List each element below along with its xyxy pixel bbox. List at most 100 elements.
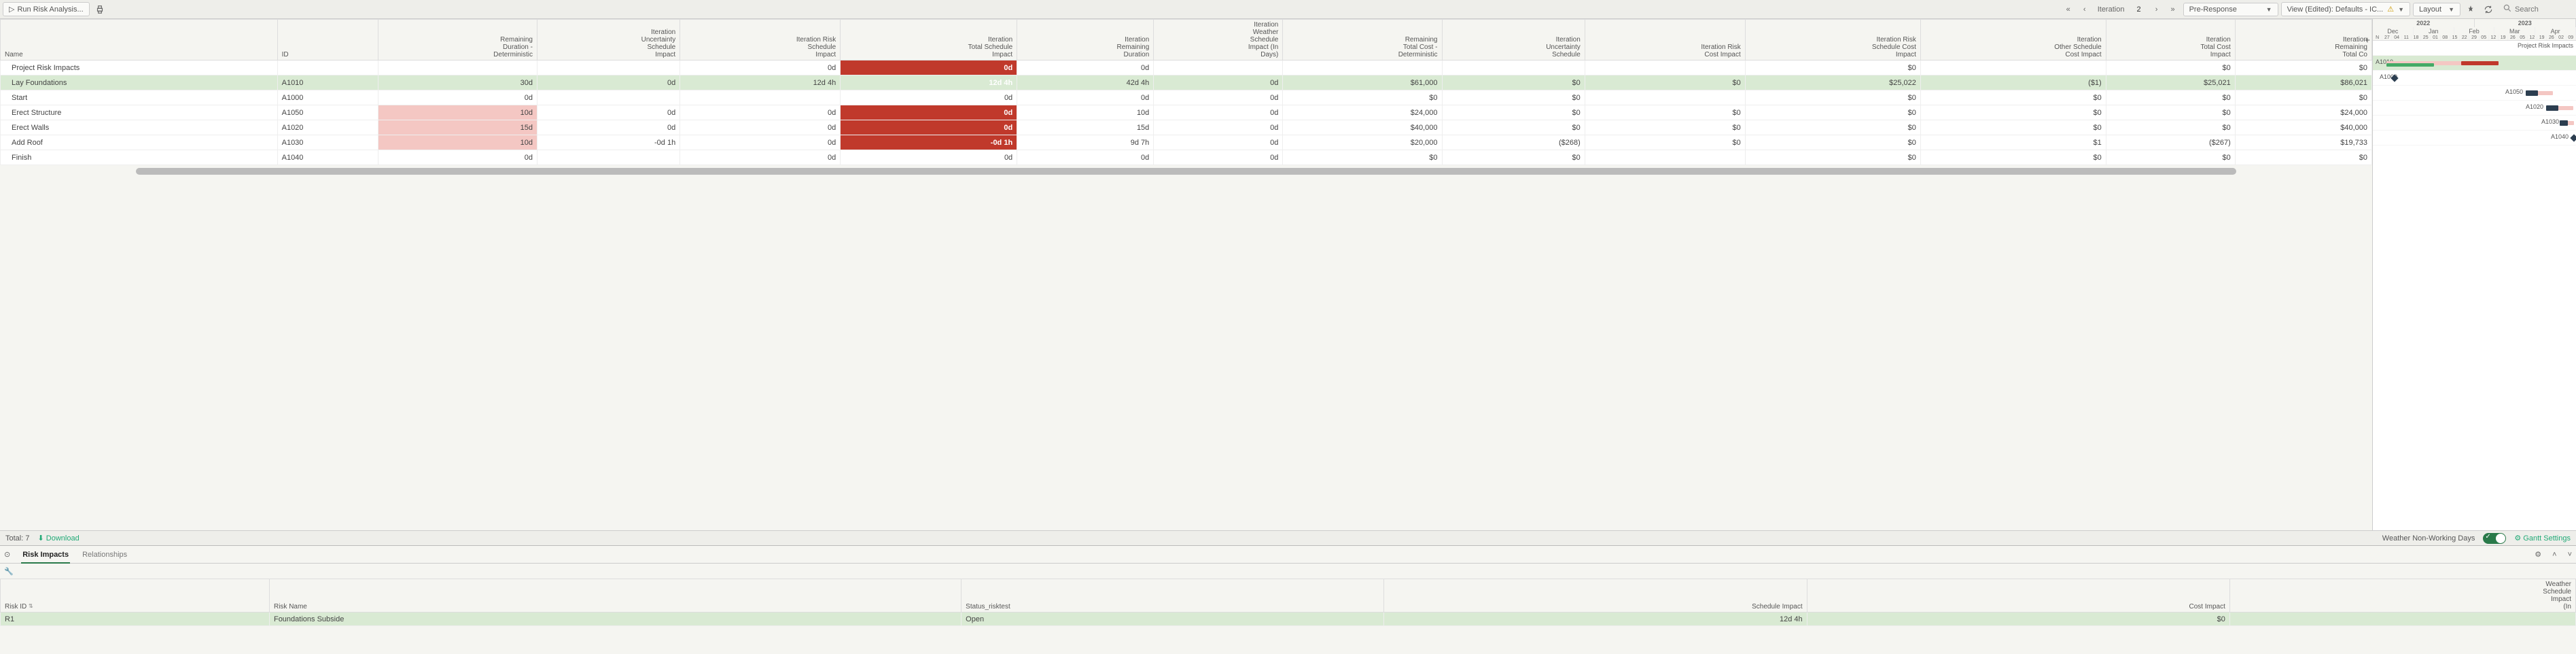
- gantt-bar[interactable]: [2546, 105, 2558, 111]
- column-header[interactable]: IterationUncertaintyScheduleImpact: [537, 20, 680, 61]
- gantt-day-label: 29: [2469, 35, 2479, 40]
- column-header[interactable]: Iteration RiskSchedule CostImpact: [1745, 20, 1920, 61]
- table-row[interactable]: StartA10000d0d0d0d$0$0$0$0$0$0: [1, 90, 2372, 105]
- table-row[interactable]: FinishA10400d0d0d0d0d$0$0$0$0$0$0: [1, 150, 2372, 165]
- column-header[interactable]: IterationOther ScheduleCost Impact: [1920, 20, 2106, 61]
- total-label: Total: 7: [5, 534, 29, 543]
- data-cell: $0: [2235, 90, 2371, 105]
- last-page-icon[interactable]: »: [2166, 2, 2181, 17]
- column-header[interactable]: IterationWeatherScheduleImpact (InDays): [1154, 20, 1283, 61]
- gantt-bar[interactable]: [2526, 90, 2538, 96]
- gantt-row[interactable]: [2373, 41, 2576, 56]
- gantt-month-label: Feb: [2454, 27, 2495, 35]
- column-header[interactable]: Iteration RiskScheduleImpact: [680, 20, 841, 61]
- download-link[interactable]: ⬇ Download: [37, 534, 79, 543]
- search-box[interactable]: [2499, 2, 2573, 16]
- detail-column-header[interactable]: Risk ID ⇅: [1, 579, 270, 613]
- gantt-settings-link[interactable]: ⚙ Gantt Settings: [2514, 534, 2571, 543]
- run-risk-analysis-button[interactable]: ▷ Run Risk Analysis...: [3, 2, 90, 16]
- gantt-year-label: 2022: [2373, 19, 2475, 27]
- data-cell: 9d 7h: [1017, 135, 1154, 150]
- column-header[interactable]: IterationTotal CostImpact: [2106, 20, 2235, 61]
- horizontal-scrollbar[interactable]: [136, 168, 2236, 175]
- refresh-icon[interactable]: [2481, 2, 2496, 17]
- collapse-icon[interactable]: ⊙: [4, 550, 10, 559]
- gantt-bar[interactable]: [2560, 120, 2568, 126]
- gantt-row[interactable]: A1050: [2373, 86, 2576, 101]
- table-row[interactable]: R1 Foundations Subside Open 12d 4h $0: [1, 613, 2576, 626]
- gantt-day-label: 25: [2421, 35, 2431, 40]
- chevron-down-icon[interactable]: ˅: [2568, 551, 2572, 559]
- prev-page-icon[interactable]: ‹: [2077, 2, 2092, 17]
- response-dropdown[interactable]: Pre-Response ▼: [2183, 3, 2278, 16]
- gantt-chart[interactable]: 20222023 DecJanFebMarApr N27041118250108…: [2372, 19, 2576, 530]
- tab-risk-impacts[interactable]: Risk Impacts: [21, 547, 70, 564]
- column-header[interactable]: IterationUncertaintySchedule: [1442, 20, 1585, 61]
- chevron-down-icon: ▼: [2266, 6, 2272, 13]
- detail-column-header[interactable]: Status_risktest: [961, 579, 1384, 613]
- table-row[interactable]: Erect StructureA105010d0d0d0d10d0d$24,00…: [1, 105, 2372, 120]
- pin-icon[interactable]: [2463, 2, 2478, 17]
- data-cell: ($267): [2106, 135, 2235, 150]
- data-cell: 0d: [680, 105, 841, 120]
- data-cell: [537, 150, 680, 165]
- table-row[interactable]: Add RoofA103010d-0d 1h0d-0d 1h9d 7h0d$20…: [1, 135, 2372, 150]
- data-cell: 0d: [680, 135, 841, 150]
- detail-column-header[interactable]: Cost Impact: [1807, 579, 2229, 613]
- gantt-header: 20222023 DecJanFebMarApr N27041118250108…: [2373, 19, 2576, 41]
- gantt-bar[interactable]: [2386, 63, 2434, 67]
- data-cell: 0d: [1154, 75, 1283, 90]
- search-input[interactable]: [2515, 5, 2569, 14]
- data-cell: $0: [1745, 120, 1920, 135]
- weather-toggle[interactable]: [2483, 533, 2506, 544]
- risk-impact-grid[interactable]: Risk ID ⇅Risk NameStatus_risktestSchedul…: [0, 579, 2576, 626]
- detail-column-header[interactable]: Risk Name: [269, 579, 961, 613]
- iteration-label: Iteration: [2094, 5, 2129, 14]
- layout-dropdown[interactable]: Layout ▼: [2413, 3, 2460, 16]
- gantt-month-label: Jan: [2414, 27, 2454, 35]
- chevron-up-icon[interactable]: ˄: [2552, 551, 2556, 559]
- data-cell: [378, 61, 537, 75]
- run-label: Run Risk Analysis...: [17, 5, 83, 14]
- tab-relationships[interactable]: Relationships: [81, 547, 128, 562]
- data-cell: $0: [2235, 150, 2371, 165]
- gantt-bar-label: A1020: [2526, 103, 2543, 110]
- column-header[interactable]: Iteration RiskCost Impact: [1585, 20, 1745, 61]
- column-header[interactable]: IterationTotal ScheduleImpact: [841, 20, 1017, 61]
- gantt-month-label: Apr: [2535, 27, 2576, 35]
- column-header[interactable]: RemainingDuration -Deterministic: [378, 20, 537, 61]
- detail-column-header[interactable]: Schedule Impact: [1384, 579, 1807, 613]
- data-cell: 0d: [378, 90, 537, 105]
- table-row[interactable]: Erect WallsA102015d0d0d0d15d0d$40,000$0$…: [1, 120, 2372, 135]
- first-page-icon[interactable]: «: [2061, 2, 2076, 17]
- gantt-row[interactable]: A1000: [2373, 71, 2576, 86]
- iteration-value[interactable]: 2: [2130, 5, 2147, 14]
- warning-icon: ⚠: [2387, 5, 2394, 14]
- gantt-bar[interactable]: [2461, 61, 2499, 65]
- data-cell: [1154, 61, 1283, 75]
- view-dropdown[interactable]: View (Edited): Defaults - IC... ⚠ ▼: [2281, 2, 2410, 16]
- id-cell: A1020: [277, 120, 378, 135]
- gantt-row[interactable]: A1030: [2373, 116, 2576, 131]
- column-header[interactable]: IterationRemainingDuration: [1017, 20, 1154, 61]
- print-icon[interactable]: [92, 2, 107, 17]
- data-cell: $86,021: [2235, 75, 2371, 90]
- gantt-row[interactable]: A1020: [2373, 101, 2576, 116]
- table-row[interactable]: Lay FoundationsA101030d0d12d 4h12d 4h42d…: [1, 75, 2372, 90]
- column-header[interactable]: RemainingTotal Cost -Deterministic: [1283, 20, 1442, 61]
- column-header[interactable]: Name: [1, 20, 278, 61]
- table-row[interactable]: Project Risk Impacts0d0d0d$0$0$0: [1, 61, 2372, 75]
- gear-icon[interactable]: ⚙: [2535, 550, 2541, 559]
- activity-grid[interactable]: NameIDRemainingDuration -DeterministicIt…: [0, 19, 2372, 165]
- detail-column-header[interactable]: WeatherScheduleImpact(In: [2229, 579, 2575, 613]
- data-cell: ($1): [1920, 75, 2106, 90]
- gantt-row[interactable]: A1010: [2373, 56, 2576, 71]
- gantt-day-label: 26: [2508, 35, 2518, 40]
- column-header[interactable]: IterationRemainingTotal Co: [2235, 20, 2371, 61]
- data-cell: [1920, 61, 2106, 75]
- column-header[interactable]: ID: [277, 20, 378, 61]
- next-page-icon[interactable]: ›: [2149, 2, 2164, 17]
- milestone-diamond[interactable]: [2570, 134, 2576, 141]
- wrench-icon[interactable]: 🔧: [4, 567, 14, 576]
- gantt-row[interactable]: A1040: [2373, 131, 2576, 145]
